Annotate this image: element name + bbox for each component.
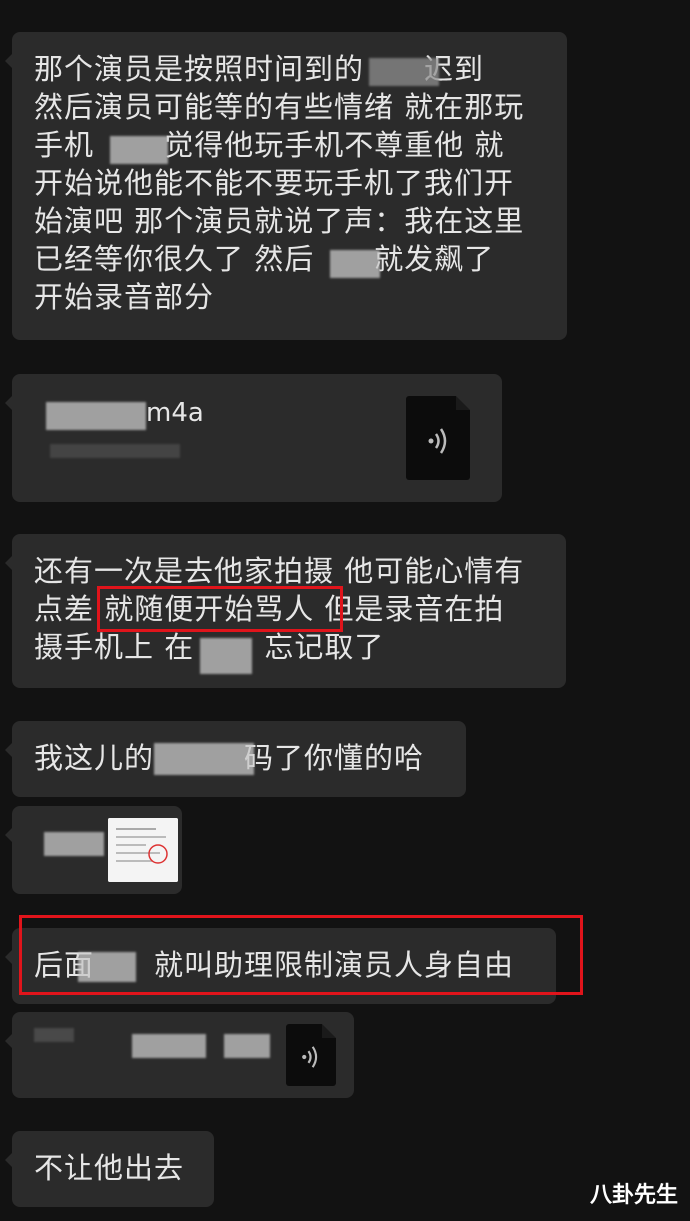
sound-wave-icon [302,1046,318,1068]
message-bubble-3[interactable]: 我这儿的 码了你懂的哈 [5,721,466,797]
watermark: 八卦先生 [589,1183,678,1208]
pixelated-redaction [34,1028,74,1042]
pixelated-redaction [44,832,104,856]
pixelated-redaction [132,1034,206,1058]
pixelated-redaction [154,743,254,775]
pixelated-redaction [50,444,180,458]
sound-wave-icon [428,428,447,454]
audio-file-icon [406,396,470,480]
pixelated-redaction [369,58,439,86]
highlight-box [19,915,583,995]
message-bubble-5[interactable]: 不让他出去 [5,1131,214,1207]
pixelated-redaction [200,638,252,674]
audio-file-icon [286,1024,336,1086]
message-text: 那个演员是按照时间到的 迟到 然后演员可能等的有些情绪 就在那玩 手机 觉得他玩… [34,52,525,314]
document-image-icon [108,818,178,882]
file-name: m4a [146,398,204,428]
audio-file-bubble[interactable] [5,1012,354,1098]
pixelated-redaction [330,250,380,278]
audio-file-bubble[interactable]: m4a [5,374,502,502]
image-bubble[interactable] [5,806,182,894]
message-bubble-1[interactable]: 那个演员是按照时间到的 迟到 然后演员可能等的有些情绪 就在那玩 手机 觉得他玩… [5,32,567,340]
highlight-box [97,586,343,632]
pixelated-redaction [46,402,146,430]
pixelated-redaction [224,1034,270,1058]
message-text: 不让他出去 [34,1151,185,1185]
document-thumbnail[interactable] [108,818,178,882]
pixelated-redaction [110,136,168,164]
